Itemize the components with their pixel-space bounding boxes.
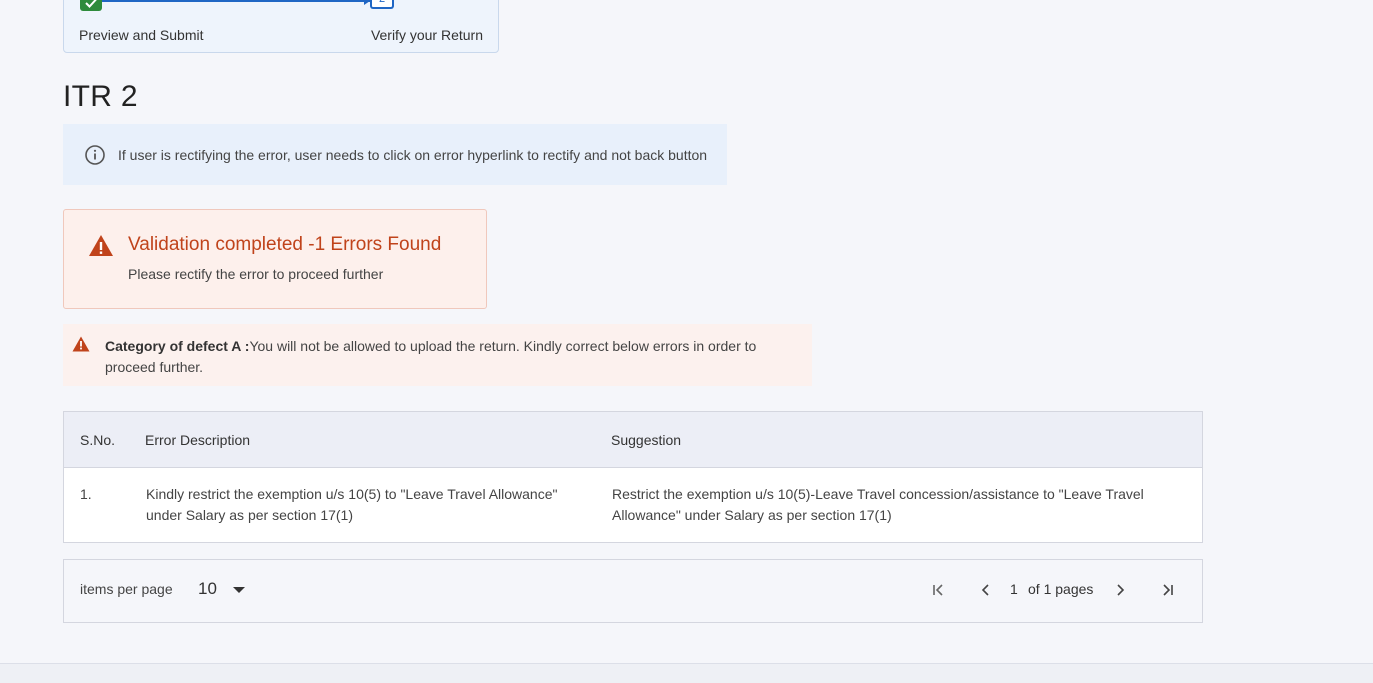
defect-category-banner: Category of defect A :You will not be al…: [63, 324, 812, 386]
last-page-icon[interactable]: [1158, 580, 1178, 600]
validation-subtitle: Please rectify the error to proceed furt…: [128, 266, 384, 282]
step-completed-check-icon: [80, 0, 102, 11]
current-page-number: 1: [1010, 581, 1018, 597]
defect-text: Category of defect A :You will not be al…: [105, 336, 795, 378]
page-title: ITR 2: [63, 80, 138, 113]
footer-strip: [0, 663, 1373, 683]
step-label-preview-submit: Preview and Submit: [79, 27, 204, 43]
info-banner-text: If user is rectifying the error, user ne…: [118, 146, 708, 163]
progress-stepper: 2 Preview and Submit Verify your Return: [63, 0, 499, 53]
table-header: S.No. Error Description Suggestion: [64, 412, 1202, 468]
cell-error-description[interactable]: Kindly restrict the exemption u/s 10(5) …: [146, 484, 586, 526]
table-row: 1. Kindly restrict the exemption u/s 10(…: [64, 468, 1202, 542]
validation-summary-card: Validation completed -1 Errors Found Ple…: [63, 209, 487, 309]
paginator: items per page 10 1 of 1 pages: [63, 559, 1203, 623]
info-banner: If user is rectifying the error, user ne…: [63, 124, 727, 185]
step-connector: [102, 0, 370, 2]
chevron-down-icon[interactable]: [233, 587, 245, 593]
items-per-page-select[interactable]: 10: [198, 579, 217, 599]
cell-suggestion: Restrict the exemption u/s 10(5)-Leave T…: [612, 486, 1144, 523]
column-header-sno: S.No.: [80, 432, 116, 448]
step-number-2: 2: [370, 0, 394, 9]
items-per-page-label: items per page: [80, 581, 173, 597]
previous-page-icon[interactable]: [976, 580, 996, 600]
info-icon: [85, 144, 105, 165]
cell-sno: 1.: [80, 486, 92, 502]
page: 2 Preview and Submit Verify your Return …: [0, 0, 1373, 683]
warning-icon: [72, 336, 90, 352]
validation-title: Validation completed -1 Errors Found: [128, 234, 442, 255]
errors-table: S.No. Error Description Suggestion 1. Ki…: [63, 411, 1203, 543]
page-count-text: of 1 pages: [1028, 581, 1094, 597]
step-label-verify-return: Verify your Return: [370, 27, 483, 43]
next-page-icon[interactable]: [1110, 580, 1130, 600]
first-page-icon[interactable]: [928, 580, 948, 600]
defect-category-label: Category of defect A :: [105, 338, 250, 354]
column-header-error-description: Error Description: [145, 432, 251, 448]
column-header-suggestion: Suggestion: [611, 432, 682, 448]
warning-icon: [89, 235, 113, 256]
